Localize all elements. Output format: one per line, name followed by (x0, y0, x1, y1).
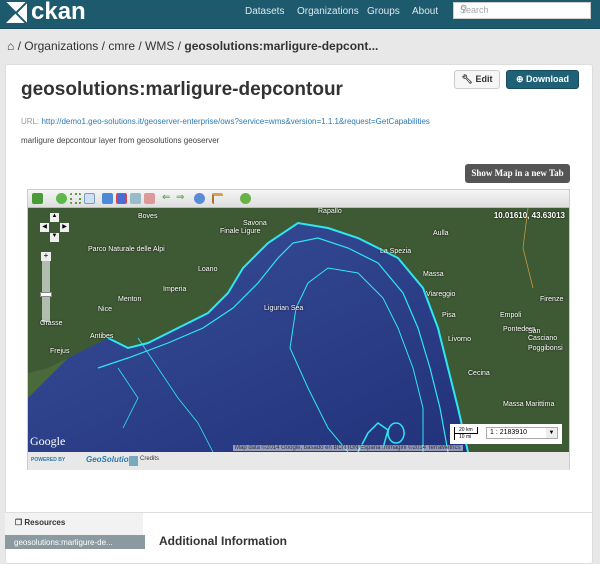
map-viewer: ⇐ ⇒ Boves Finale Ligure Savona Rapallo A… (27, 189, 570, 470)
zoom-plus-icon[interactable]: + (41, 252, 51, 261)
back-arrow-icon[interactable]: ⇐ (162, 193, 173, 204)
measure-icon[interactable] (212, 193, 223, 204)
zoom-slider-handle[interactable] (40, 292, 52, 297)
crumb-wms[interactable]: WMS (145, 39, 174, 53)
zoom-slider[interactable]: + (40, 252, 52, 322)
place-label: Ligurian Sea (264, 305, 304, 312)
pan-right-icon[interactable]: ▶ (60, 223, 69, 232)
globe-icon: ⊕ (515, 74, 524, 84)
layers-icon[interactable] (32, 193, 43, 204)
place-label: San Casciano (528, 328, 558, 342)
place-label: La Spezia (380, 248, 412, 255)
place-label: Finale Ligure (220, 228, 261, 235)
place-label: Boves (138, 213, 158, 220)
crumb-organizations[interactable]: Organizations (24, 39, 98, 53)
download-label: Download (526, 74, 570, 84)
pan-left-icon[interactable]: ◀ (40, 223, 49, 232)
pan-down-icon[interactable]: ▼ (50, 233, 59, 242)
home-icon[interactable]: ⌂ (7, 39, 14, 53)
place-label: Loano (198, 266, 218, 273)
url-label: URL: (21, 117, 40, 126)
place-label: Poggibonsi (528, 345, 563, 352)
resources-label: Resources (24, 518, 66, 527)
nav-organizations[interactable]: Organizations (297, 6, 359, 17)
powered-by-label: POWERED BY (31, 457, 66, 463)
scale-bar: 20 km 10 mi (454, 427, 478, 440)
google-logo: Google (30, 434, 66, 448)
resources-header: ❐ Resources (5, 513, 143, 535)
edit-label: Edit (475, 74, 493, 84)
copy-icon: ❐ (15, 518, 23, 527)
page-title: geosolutions:marligure-depcontour (21, 79, 343, 100)
place-label: Viareggio (426, 291, 456, 298)
place-label: Firenze (540, 296, 564, 303)
resource-url: URL: http://demo1.geo-solutions.it/geose… (21, 117, 430, 126)
edit-button[interactable]: 🔧︎ Edit (454, 70, 500, 89)
map-canvas[interactable]: Boves Finale Ligure Savona Rapallo Aulla… (28, 208, 569, 452)
show-map-new-tab-button[interactable]: Show Map in a new Tab (465, 164, 570, 183)
place-label: Savona (243, 220, 267, 227)
resource-item-active[interactable]: geosolutions:marligure-de... (5, 535, 145, 549)
pan-control[interactable]: ▲ ◀ ▶ ▼ (40, 213, 70, 253)
zoom-remove-icon[interactable] (144, 193, 155, 204)
place-label: Cecina (468, 370, 490, 377)
place-label: Antibes (90, 333, 114, 340)
scale-control: 20 km 10 mi 1 : 2183910 ▼ (450, 424, 562, 444)
zoom-layer-icon[interactable] (130, 193, 141, 204)
breadcrumb: ⌂ / Organizations / cmre / WMS / geosolu… (7, 39, 379, 53)
map-footer: POWERED BY GeoSolutions Credits (28, 452, 569, 470)
credits-icon[interactable] (129, 456, 138, 466)
search-input[interactable]: Search ⚲ (453, 2, 591, 19)
resource-description: marligure depcontour layer from geosolut… (21, 136, 220, 145)
ckan-logo-icon[interactable] (5, 2, 27, 24)
place-label: Frejus (50, 348, 70, 355)
nav-groups[interactable]: Groups (367, 6, 400, 17)
place-label: Nice (98, 306, 113, 313)
forward-arrow-icon[interactable]: ⇒ (176, 193, 187, 204)
place-label: Parco Naturale delle Alpi (88, 246, 165, 253)
chevron-down-icon[interactable]: ▼ (546, 428, 557, 438)
url-link[interactable]: http://demo1.geo-solutions.it/geoserver-… (41, 117, 429, 126)
place-label: Menton (118, 296, 142, 303)
globe-tool-icon[interactable] (240, 193, 251, 204)
zoom-in-icon[interactable] (56, 193, 67, 204)
top-navbar: ckan Datasets Organizations Groups About… (0, 0, 600, 29)
wrench-icon: 🔧︎ (461, 74, 473, 84)
place-label: Livorno (448, 336, 471, 343)
credits-link[interactable]: Credits (140, 456, 159, 462)
map-imagery (28, 208, 569, 452)
place-label: Massa Marittima (503, 401, 555, 408)
download-button[interactable]: ⊕ Download (506, 70, 579, 89)
place-label: Imperia (163, 286, 187, 293)
scale-value: 1 : 2183910 (490, 429, 527, 436)
logo-text[interactable]: ckan (31, 0, 86, 26)
scale-mi: 10 mi (454, 434, 478, 440)
place-label: Rapallo (318, 208, 342, 215)
place-label: Empoli (500, 312, 522, 319)
map-toolbar: ⇐ ⇒ (28, 190, 569, 208)
info-icon[interactable] (194, 193, 205, 204)
mouse-coordinates: 10.01610, 43.63013 (493, 211, 565, 220)
nav-datasets[interactable]: Datasets (245, 6, 284, 17)
zoom-box-in-icon[interactable] (102, 193, 113, 204)
pan-up-icon[interactable]: ▲ (50, 213, 59, 222)
scale-select[interactable]: 1 : 2183910 ▼ (486, 427, 558, 439)
place-label: Aulla (433, 230, 449, 237)
scale-km: 20 km (454, 427, 478, 434)
place-label: Pisa (442, 312, 456, 319)
nav-about[interactable]: About (412, 6, 438, 17)
additional-info-heading: Additional Information (159, 534, 287, 548)
search-icon[interactable]: ⚲ (460, 4, 586, 15)
pan-icon[interactable] (84, 193, 95, 204)
zoom-box-out-icon[interactable] (116, 193, 127, 204)
crumb-cmre[interactable]: cmre (108, 39, 135, 53)
place-label: Massa (423, 271, 444, 278)
map-attribution: Map data ©2014 Google, basado en BCN IGN… (233, 445, 463, 451)
crumb-current[interactable]: geosolutions:marligure-depcont... (184, 39, 378, 53)
zoom-extent-icon[interactable] (70, 193, 81, 204)
